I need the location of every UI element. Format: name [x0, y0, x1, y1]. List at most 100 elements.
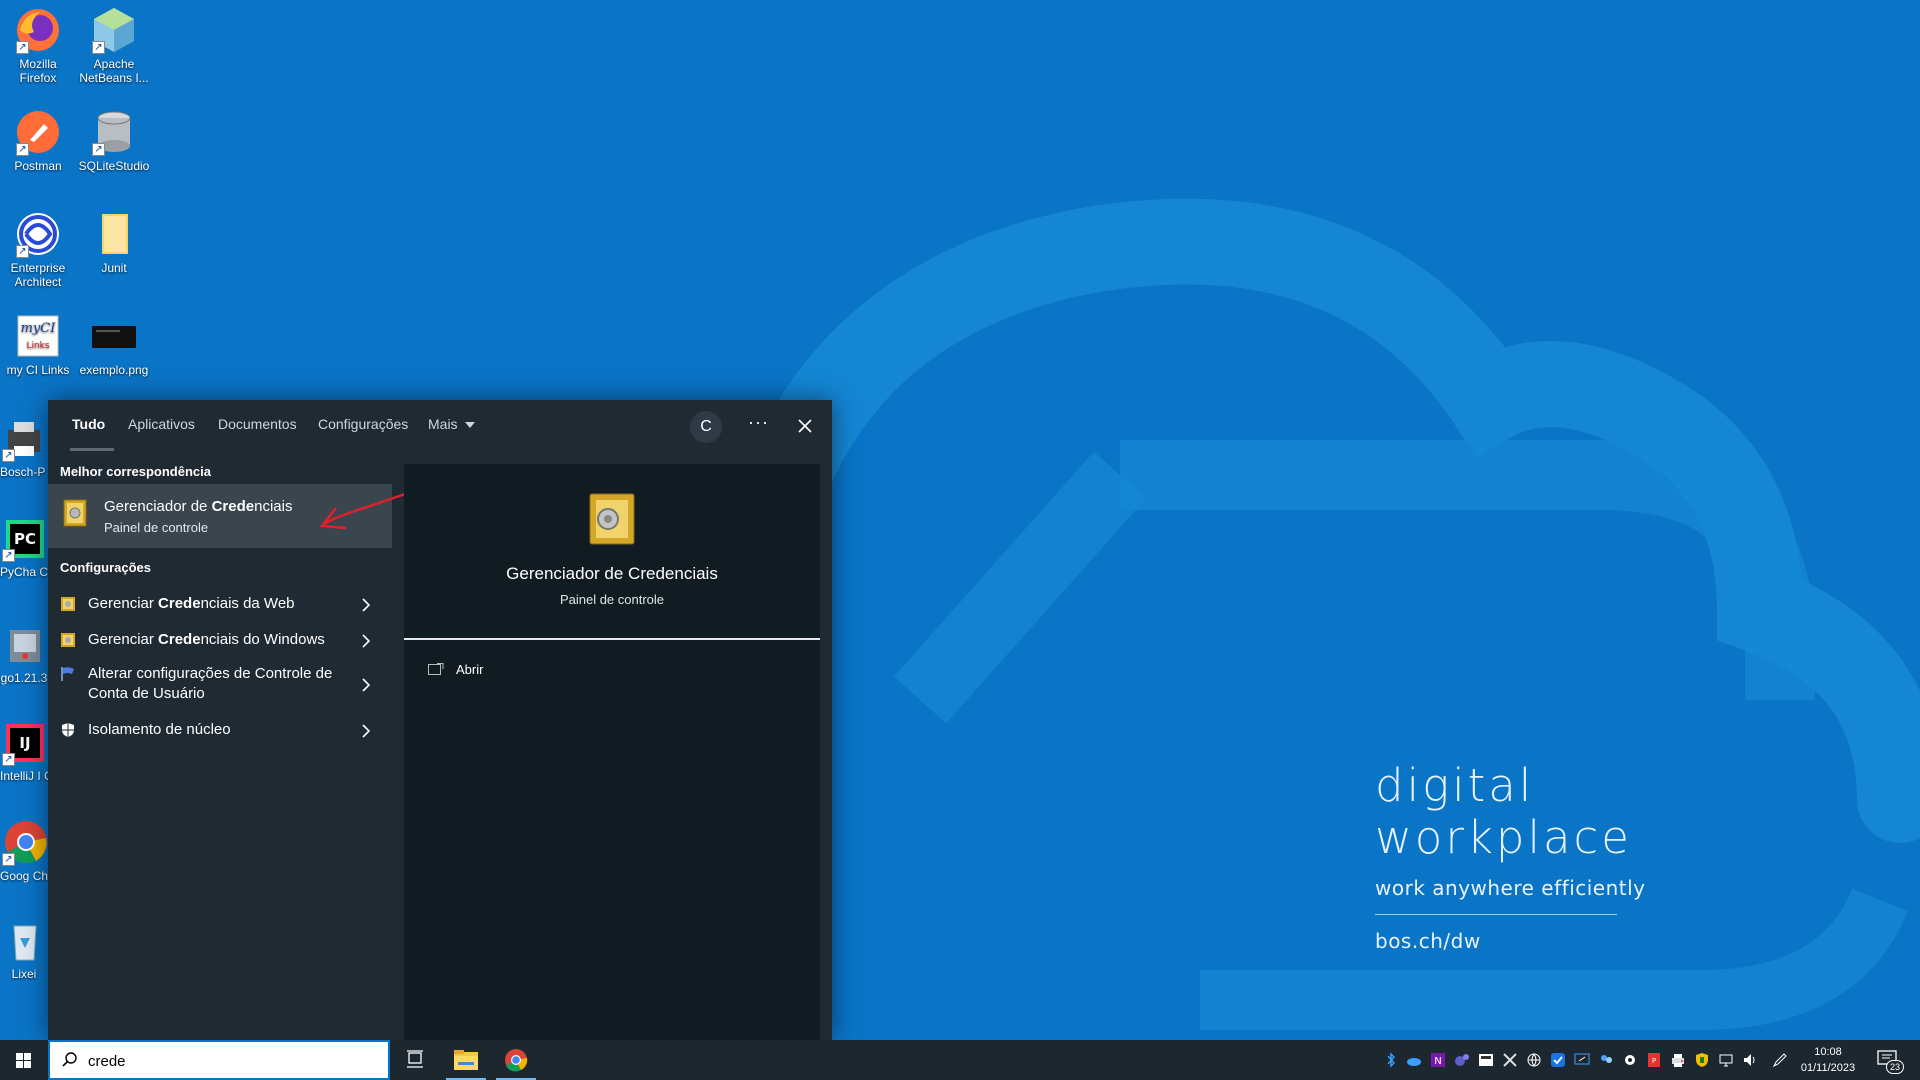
desktop-icon-pycharm[interactable]: PC ↗ PyCha Commu: [0, 514, 48, 579]
taskbar-chrome[interactable]: [492, 1040, 540, 1080]
best-match-name-prefix: Gerenciador de: [104, 498, 212, 515]
credential-manager-icon: [61, 597, 75, 611]
desktop-icon-label: Postman: [14, 159, 62, 173]
clock-time: 10:08: [1814, 1046, 1842, 1058]
notification-center-button[interactable]: 23: [1876, 1048, 1904, 1074]
uac-flag-icon: [61, 667, 74, 681]
file-explorer-icon: [454, 1050, 478, 1070]
tab-aplicativos[interactable]: Aplicativos: [128, 416, 195, 432]
postman-icon: ↗: [14, 108, 62, 156]
more-options-button[interactable]: ···: [748, 412, 769, 433]
start-button[interactable]: [0, 1040, 48, 1080]
people-icon[interactable]: [1598, 1052, 1614, 1068]
defender-icon[interactable]: [1694, 1052, 1710, 1068]
pdf-icon[interactable]: P: [1646, 1052, 1662, 1068]
brand-line-2: workplace: [1375, 811, 1632, 864]
desktop-icon-junit[interactable]: Junit: [76, 210, 152, 275]
desktop-icon-exemplo-png[interactable]: exemplo.png: [76, 312, 152, 377]
setting-label-suffix: nciais do Windows: [200, 631, 325, 648]
mycl-links-icon: myCI Links: [14, 312, 62, 360]
setting-label-highlight: Crede: [158, 595, 201, 612]
tab-configuracoes[interactable]: Configurações: [318, 416, 408, 432]
desktop-icon-recycle-bin[interactable]: Lixei: [0, 916, 48, 981]
desktop-icon-intellij[interactable]: IJ ↗ IntelliJ I Commu: [0, 718, 48, 783]
intellij-icon: IJ ↗: [0, 718, 48, 766]
folder-icon: [90, 210, 138, 258]
sqlitestudio-icon: ↗: [90, 108, 138, 156]
pen-icon[interactable]: [1772, 1052, 1788, 1068]
desktop-icon-mycl-links[interactable]: myCI Links my CI Links: [0, 312, 76, 377]
taskbar-search-box[interactable]: [48, 1040, 390, 1080]
desktop-icon-label: exemplo.png: [79, 363, 149, 377]
tray-app-icon[interactable]: [1478, 1052, 1494, 1068]
best-match-name: Gerenciador de Credenciais: [104, 498, 292, 515]
setting-uac[interactable]: Alterar configurações de Controle de Con…: [48, 660, 392, 708]
credential-manager-icon: [61, 633, 75, 647]
volume-icon[interactable]: [1742, 1052, 1758, 1068]
user-account-button[interactable]: C: [690, 411, 722, 443]
notification-count-badge: 23: [1886, 1060, 1904, 1074]
desktop-icon-sqlitestudio[interactable]: ↗ SQLiteStudio: [76, 108, 152, 173]
tools-icon[interactable]: [1502, 1052, 1518, 1068]
taskbar-clock[interactable]: 10:08 01/11/2023: [1788, 1044, 1868, 1076]
setting-web-credentials-label: Gerenciar Credenciais da Web: [88, 594, 338, 614]
chevron-right-icon: [362, 678, 371, 692]
onenote-icon[interactable]: N: [1430, 1052, 1446, 1068]
search-input[interactable]: [88, 1050, 378, 1072]
tab-documentos[interactable]: Documentos: [218, 416, 297, 432]
taskbar-file-explorer[interactable]: [442, 1040, 490, 1080]
setting-core-isolation[interactable]: Isolamento de núcleo: [48, 714, 392, 750]
tab-mais-label: Mais: [428, 416, 458, 432]
security-check-icon[interactable]: [1550, 1052, 1566, 1068]
chevron-right-icon: [362, 598, 371, 612]
desktop-icon-netbeans[interactable]: ↗ Apache NetBeans I...: [76, 6, 152, 85]
netbeans-icon: ↗: [90, 6, 138, 54]
shield-icon: [62, 723, 74, 737]
desktop-icon-label: Apache NetBeans I...: [79, 57, 149, 85]
pycharm-icon: PC ↗: [0, 514, 48, 562]
search-icon: [62, 1052, 77, 1067]
globe-icon[interactable]: [1526, 1052, 1542, 1068]
desktop-icon-go-installer[interactable]: go1.21.3: [0, 620, 48, 685]
desktop-icon-label: go1.21.3: [0, 671, 48, 685]
open-action[interactable]: Abrir: [428, 662, 483, 677]
desktop-icon-label: Junit: [101, 261, 127, 275]
chevron-right-icon: [362, 724, 371, 738]
setting-core-isolation-label: Isolamento de núcleo: [88, 721, 231, 738]
desktop-icon-postman[interactable]: ↗ Postman: [0, 108, 76, 173]
bluetooth-icon[interactable]: [1383, 1052, 1399, 1068]
settings-gear-icon[interactable]: [1622, 1052, 1638, 1068]
setting-web-credentials[interactable]: Gerenciar Credenciais da Web: [48, 586, 392, 622]
desktop-icon-enterprise-architect[interactable]: ↗ Enterprise Architect: [0, 210, 76, 289]
caret-down-icon: [465, 422, 476, 428]
desktop-icon-label: Lixei: [11, 967, 37, 981]
network-icon[interactable]: [1718, 1052, 1734, 1068]
tab-mais[interactable]: Mais: [428, 416, 476, 432]
desktop-icon-firefox[interactable]: ↗ Mozilla Firefox: [0, 6, 76, 85]
remote-desktop-icon[interactable]: [1574, 1052, 1590, 1068]
credential-manager-icon: [589, 493, 635, 545]
svg-text:myCI: myCI: [21, 321, 57, 336]
desktop-icon-label: Goog Chron: [0, 869, 48, 883]
desktop-icon-label: IntelliJ I Commu: [0, 769, 48, 783]
desktop-icon-label: my CI Links: [6, 363, 70, 377]
printer-icon[interactable]: [1670, 1052, 1686, 1068]
chevron-right-icon: [362, 634, 371, 648]
svg-text:N: N: [1434, 1056, 1441, 1067]
setting-windows-credentials-label: Gerenciar Credenciais do Windows: [88, 630, 338, 650]
desktop-icon-chrome[interactable]: ↗ Goog Chron: [0, 818, 48, 883]
setting-windows-credentials[interactable]: Gerenciar Credenciais do Windows: [48, 622, 392, 658]
desktop-icon-label: Enterprise Architect: [10, 261, 66, 289]
tab-tudo[interactable]: Tudo: [72, 416, 105, 432]
teams-icon[interactable]: [1454, 1052, 1470, 1068]
settings-heading: Configurações: [60, 560, 152, 575]
desktop-icon-bosch-printer[interactable]: ↗ Bosch-P Manage: [0, 414, 48, 479]
task-view-button[interactable]: [392, 1040, 440, 1080]
firefox-icon: ↗: [14, 6, 62, 54]
windows-logo-icon: [16, 1053, 31, 1068]
close-button[interactable]: [790, 411, 820, 441]
close-icon: [798, 419, 812, 433]
enterprise-architect-icon: ↗: [14, 210, 62, 258]
brand-line-1: digital: [1375, 759, 1535, 812]
onedrive-icon[interactable]: [1406, 1052, 1422, 1068]
